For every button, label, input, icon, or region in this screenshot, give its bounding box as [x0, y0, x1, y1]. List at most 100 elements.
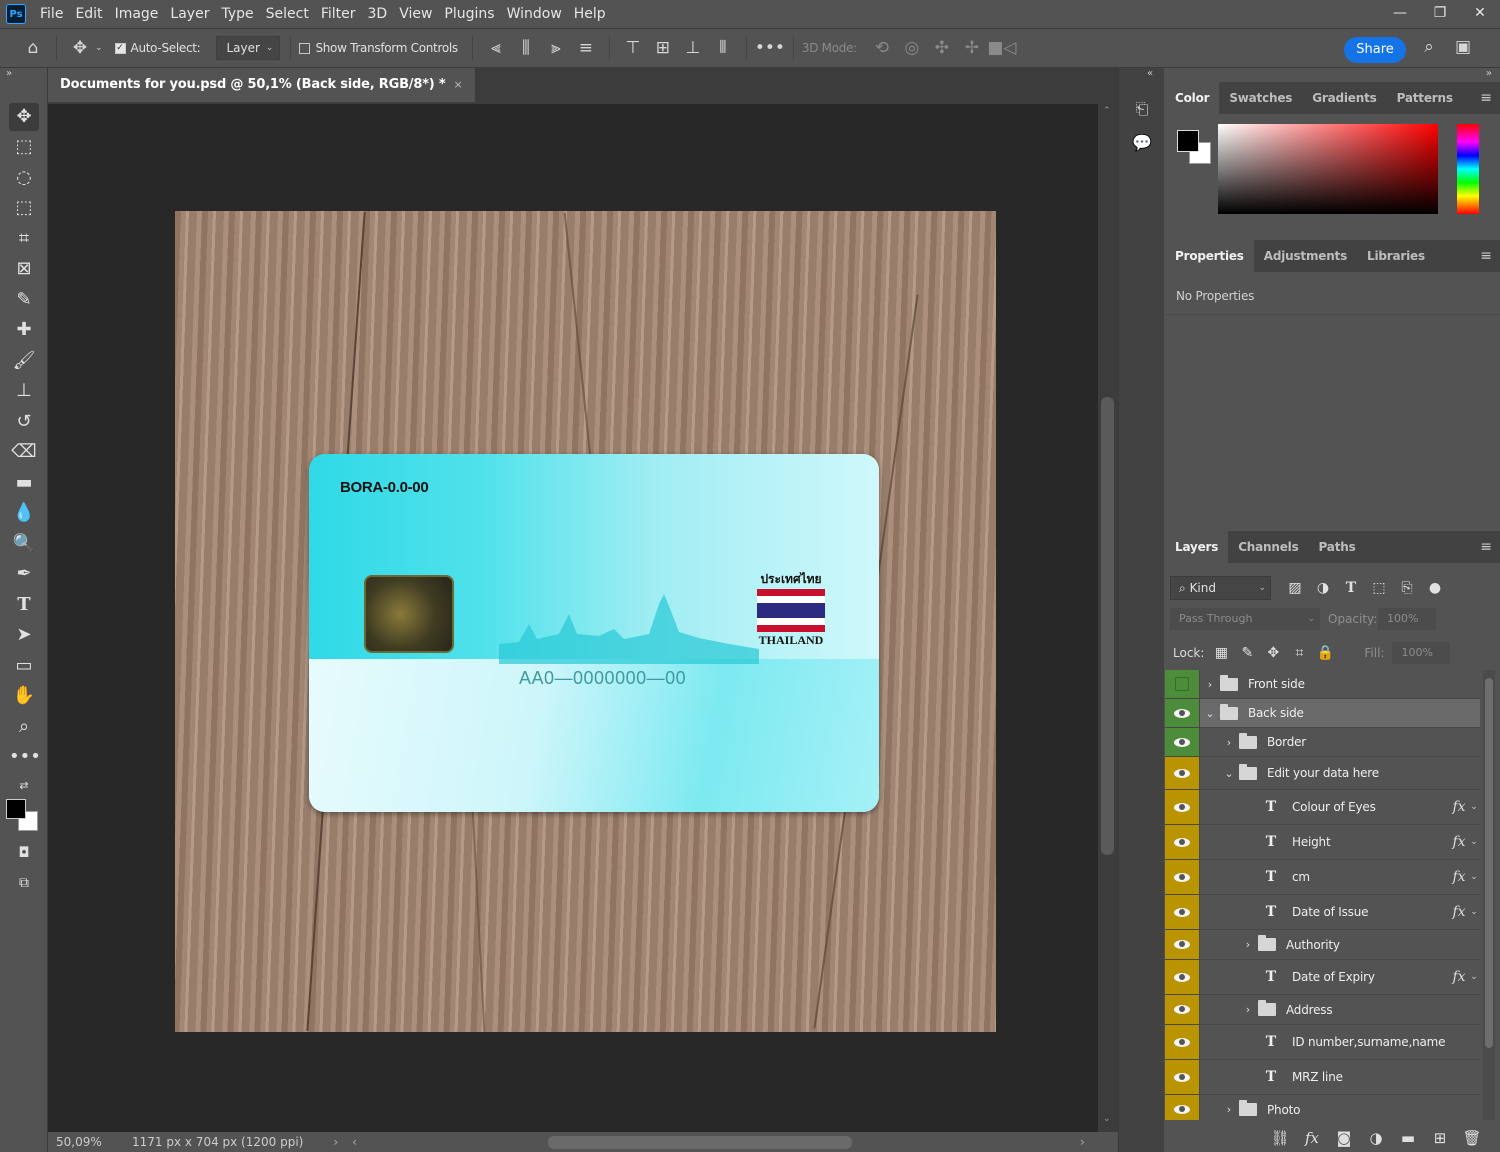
chevron-right-icon[interactable]: › [1204, 678, 1216, 691]
menu-image[interactable]: Image [109, 0, 165, 28]
healing-brush-tool-icon[interactable]: ✚ [9, 316, 39, 344]
filter-smart-object-icon[interactable]: ⎘ [1393, 580, 1421, 596]
marquee-tool-icon[interactable]: ⬚ [9, 133, 39, 161]
menu-help[interactable]: Help [568, 0, 612, 28]
effects-chevron-icon[interactable]: ⌄ [1468, 907, 1480, 917]
scroll-left-icon[interactable]: ‹ [352, 1135, 357, 1149]
align-top-icon[interactable]: ⊤ [618, 38, 648, 58]
link-layers-icon[interactable]: ⛓ [1264, 1129, 1296, 1147]
status-menu-chevron-icon[interactable]: › [333, 1135, 338, 1149]
lock-all-icon[interactable]: 🔒 [1312, 645, 1338, 661]
scroll-down-icon[interactable]: ⌄ [1103, 1114, 1111, 1124]
layer-effects-icon[interactable]: fx [1450, 799, 1468, 815]
layer-row[interactable]: › Border [1165, 728, 1480, 757]
layer-effects-icon[interactable]: fx [1450, 904, 1468, 920]
new-adjustment-icon[interactable]: ◑ [1360, 1129, 1392, 1147]
rectangle-tool-icon[interactable]: ▭ [9, 652, 39, 680]
layer-row[interactable]: T ID number,surname,name [1165, 1025, 1480, 1060]
menu-type[interactable]: Type [215, 0, 259, 28]
show-transform-checkbox[interactable] [299, 42, 311, 54]
clone-stamp-tool-icon[interactable]: ⊥ [9, 377, 39, 405]
chevron-right-icon[interactable]: › [1223, 1103, 1235, 1116]
zoom-level[interactable]: 50,09% [56, 1135, 126, 1149]
blur-tool-icon[interactable]: 💧 [9, 499, 39, 527]
new-group-icon[interactable]: ▬ [1392, 1129, 1424, 1147]
tab-gradients[interactable]: Gradients [1302, 82, 1386, 114]
layer-visibility-toggle[interactable] [1165, 1060, 1200, 1094]
menu-view[interactable]: View [393, 0, 438, 28]
close-tab-icon[interactable]: × [453, 78, 462, 91]
properties-panel-menu-icon[interactable]: ≡ [1480, 240, 1492, 272]
lock-position-icon[interactable]: ✥ [1260, 645, 1286, 661]
scroll-thumb[interactable] [1101, 397, 1114, 855]
layer-visibility-toggle[interactable] [1165, 757, 1200, 789]
pen-tool-icon[interactable]: ✒ [9, 560, 39, 588]
lock-artboard-icon[interactable]: ⌗ [1286, 645, 1312, 661]
layers-scrollbar[interactable] [1483, 670, 1495, 1120]
move-tool-icon[interactable]: ✥ [65, 38, 95, 58]
layers-panel-menu-icon[interactable]: ≡ [1480, 531, 1492, 563]
horizontal-scroll-thumb[interactable] [548, 1136, 852, 1149]
color-panel-menu-icon[interactable]: ≡ [1480, 82, 1492, 114]
minimize-icon[interactable]: — [1380, 0, 1420, 28]
align-left-icon[interactable]: ⫷ [481, 38, 511, 58]
auto-select-checkbox[interactable]: ✓ [114, 42, 126, 54]
distribute-vertical-icon[interactable]: ≡ [571, 38, 601, 58]
layer-row[interactable]: › Photo [1165, 1095, 1480, 1120]
tab-paths[interactable]: Paths [1309, 531, 1366, 563]
dodge-tool-icon[interactable]: 🔍 [9, 530, 39, 558]
tab-layers[interactable]: Layers [1165, 531, 1229, 563]
collapse-toolbar-icon[interactable]: » [6, 68, 12, 79]
tab-channels[interactable]: Channels [1228, 531, 1308, 563]
gradient-tool-icon[interactable]: ▬ [9, 469, 39, 497]
layer-row[interactable]: Tcm fx ⌄ [1165, 860, 1480, 895]
layers-scroll-thumb[interactable] [1485, 678, 1493, 1048]
workspace-icon[interactable]: ▣ [1448, 37, 1478, 57]
restore-icon[interactable]: ❐ [1420, 0, 1460, 28]
tab-libraries[interactable]: Libraries [1357, 240, 1435, 272]
distribute-horizontal-icon[interactable]: ⦀ [708, 38, 738, 58]
move-tool-icon[interactable]: ✥ [9, 103, 39, 131]
menu-edit[interactable]: Edit [69, 0, 108, 28]
color-panel-foreground-swatch[interactable] [1177, 130, 1199, 152]
eraser-tool-icon[interactable]: ⌫ [9, 438, 39, 466]
layer-visibility-toggle[interactable] [1165, 699, 1200, 727]
chevron-right-icon[interactable]: › [1223, 736, 1235, 749]
layer-visibility-toggle[interactable] [1165, 995, 1200, 1024]
swap-colors-icon[interactable]: ⇄ [9, 772, 39, 800]
quick-mask-icon[interactable]: ◘ [9, 839, 39, 867]
lasso-tool-icon[interactable]: ◌ [9, 164, 39, 192]
layer-row[interactable]: T Height fx ⌄ [1165, 825, 1480, 860]
layer-visibility-toggle[interactable] [1165, 670, 1200, 698]
kind-filter-dropdown[interactable]: ⌕ Kind ⌄ [1170, 576, 1271, 600]
scroll-up-icon[interactable]: ⌃ [1103, 106, 1111, 116]
chevron-right-icon[interactable]: › [1242, 938, 1254, 951]
layer-row[interactable]: ⌄ Back side [1165, 699, 1480, 728]
filter-toggle-icon[interactable]: ● [1421, 580, 1449, 596]
tab-patterns[interactable]: Patterns [1387, 82, 1463, 114]
layer-effects-icon[interactable]: fx [1450, 969, 1468, 985]
align-vcenter-icon[interactable]: ⊞ [648, 38, 678, 58]
align-hcenter-icon[interactable]: ⫼ [511, 38, 541, 58]
share-button[interactable]: Share [1344, 37, 1406, 63]
foreground-color-swatch[interactable] [6, 799, 26, 819]
chevron-down-icon[interactable]: ⌄ [1223, 767, 1235, 780]
home-icon[interactable]: ⌂ [18, 38, 48, 58]
auto-select-target-dropdown[interactable]: Layer ⌄ [216, 36, 281, 60]
color-picker-field[interactable] [1218, 124, 1438, 214]
effects-chevron-icon[interactable]: ⌄ [1468, 837, 1480, 847]
delete-layer-icon[interactable]: 🗑 [1456, 1129, 1488, 1147]
path-select-tool-icon[interactable]: ➤ [9, 621, 39, 649]
effects-chevron-icon[interactable]: ⌄ [1468, 872, 1480, 882]
layer-style-icon[interactable]: fx [1296, 1129, 1328, 1147]
history-panel-icon[interactable]: ⎗ [1129, 96, 1155, 122]
layer-row[interactable]: › Front side [1165, 670, 1480, 699]
edit-toolbar-icon[interactable]: ••• [9, 743, 41, 771]
type-tool-icon[interactable]: T [9, 591, 39, 619]
tab-swatches[interactable]: Swatches [1219, 82, 1302, 114]
eyedropper-tool-icon[interactable]: ✎ [9, 286, 39, 314]
lock-transparent-icon[interactable]: ▦ [1208, 645, 1234, 661]
tab-color[interactable]: Color [1165, 82, 1220, 114]
tab-adjustments[interactable]: Adjustments [1254, 240, 1357, 272]
filter-shape-icon[interactable]: ⬚ [1365, 580, 1393, 596]
